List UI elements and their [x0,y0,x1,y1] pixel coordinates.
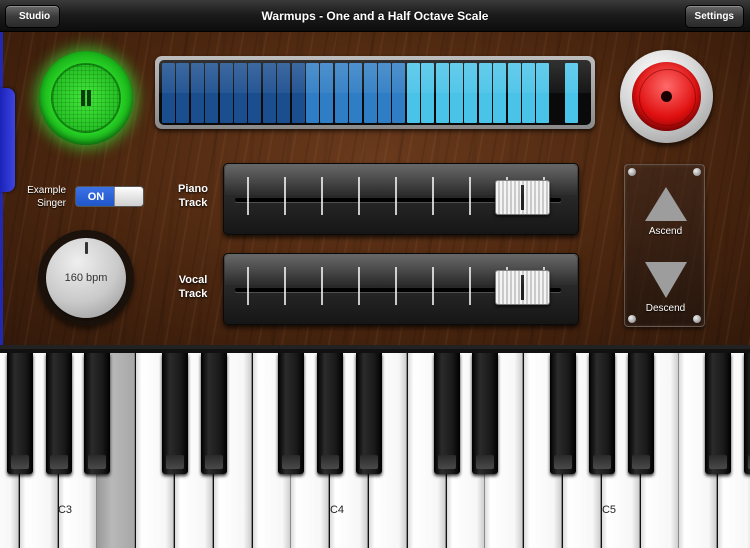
level-meter-bar [162,63,175,123]
level-meter-bar [478,63,492,123]
level-meter-bar [450,63,463,123]
level-meter-bar [320,63,334,123]
record-button-face [632,62,701,131]
level-meter-bar [378,63,391,123]
level-meter-bar [435,63,449,123]
page-title: Warmups - One and a Half Octave Scale [261,9,489,23]
level-meter-bar [507,63,521,123]
example-singer-toggle[interactable]: ON [75,186,144,207]
level-meter-bar [349,63,363,123]
tempo-knob[interactable]: 160 bpm [38,230,134,326]
control-panel: Example Singer ON 160 bpm Piano Track Vo… [0,32,750,345]
direction-panel: Ascend Descend [624,164,705,327]
slider-tick [284,267,286,305]
toggle-knob [114,187,143,206]
ascend-button[interactable]: Ascend [625,165,706,245]
level-meter-bar [262,63,276,123]
piano-track-slider-thumb[interactable] [494,180,550,215]
piano-keyboard: C3 C4 C5 [0,345,750,548]
black-key[interactable] [588,353,615,474]
slider-tick [284,177,286,215]
key-label-c3: C3 [57,504,73,516]
slider-tick [358,267,360,305]
level-meter-bar [176,63,190,123]
play-pause-button[interactable] [39,51,133,145]
level-meter-display [159,60,591,125]
level-meter-bar [421,63,435,123]
level-meter-bar [406,63,420,123]
black-key[interactable] [472,353,499,474]
key-label-c4: C4 [329,504,345,516]
level-meter-bar [334,63,348,123]
key-label-c5: C5 [601,504,617,516]
slider-tick [247,267,249,305]
black-key[interactable] [627,353,654,474]
slider-tick [247,177,249,215]
level-meter-bar [205,63,219,123]
settings-button[interactable]: Settings [684,5,744,28]
tempo-knob-face: 160 bpm [46,238,126,318]
slider-tick [358,177,360,215]
black-key[interactable] [278,353,305,474]
black-key[interactable] [200,353,227,474]
black-key[interactable] [356,353,382,474]
black-key[interactable] [744,353,750,474]
level-meter-bar [277,63,291,123]
side-drawer-tab[interactable] [0,88,15,192]
black-key[interactable] [45,353,72,474]
slider-tick [432,267,434,305]
level-meter-bar [234,63,247,123]
pause-icon [79,90,93,106]
navigation-bar: Studio Warmups - One and a Half Octave S… [0,0,750,32]
vocal-track-slider-thumb[interactable] [494,270,550,305]
level-meter-bar [363,63,377,123]
slider-tick [395,267,397,305]
descend-button[interactable]: Descend [625,245,706,328]
slider-tick [469,267,471,305]
ascend-label: Ascend [648,226,683,237]
piano-track-label: Piano Track [178,183,208,209]
level-meter-bar [493,63,507,123]
slider-tick [321,267,323,305]
level-meter-bar [291,63,305,123]
slider-tick [469,177,471,215]
slider-tick [395,177,397,215]
black-key[interactable] [162,353,188,474]
vocal-track-slider[interactable] [223,253,579,325]
triangle-up-icon [645,187,687,221]
level-meter-bar [522,63,535,123]
black-key[interactable] [6,353,33,474]
triangle-down-icon [645,262,687,298]
settings-label: Settings [694,11,734,22]
level-meter-bar [219,63,233,123]
black-key[interactable] [705,353,732,474]
level-meter-bar [536,63,550,123]
piano-track-slider[interactable] [223,163,579,235]
level-meter-bar [306,63,319,123]
level-meter-bar [248,63,262,123]
level-meter-bar [392,63,406,123]
descend-label: Descend [645,303,686,314]
record-button[interactable] [620,50,713,143]
black-key[interactable] [317,353,344,474]
record-icon [661,91,672,102]
level-meter-bar [565,63,579,123]
black-key[interactable] [550,353,576,474]
level-meter [155,56,595,129]
black-key[interactable] [84,353,111,474]
slider-tick [432,177,434,215]
vocal-track-label: Vocal Track [178,274,208,300]
slider-tick [321,177,323,215]
black-key[interactable] [433,353,460,474]
tempo-value: 160 bpm [64,272,108,284]
level-meter-bar [190,63,204,123]
tempo-knob-indicator [85,242,88,254]
level-meter-bar [464,63,478,123]
toggle-on-label: ON [76,187,116,206]
example-singer-label: Example Singer [27,185,66,209]
